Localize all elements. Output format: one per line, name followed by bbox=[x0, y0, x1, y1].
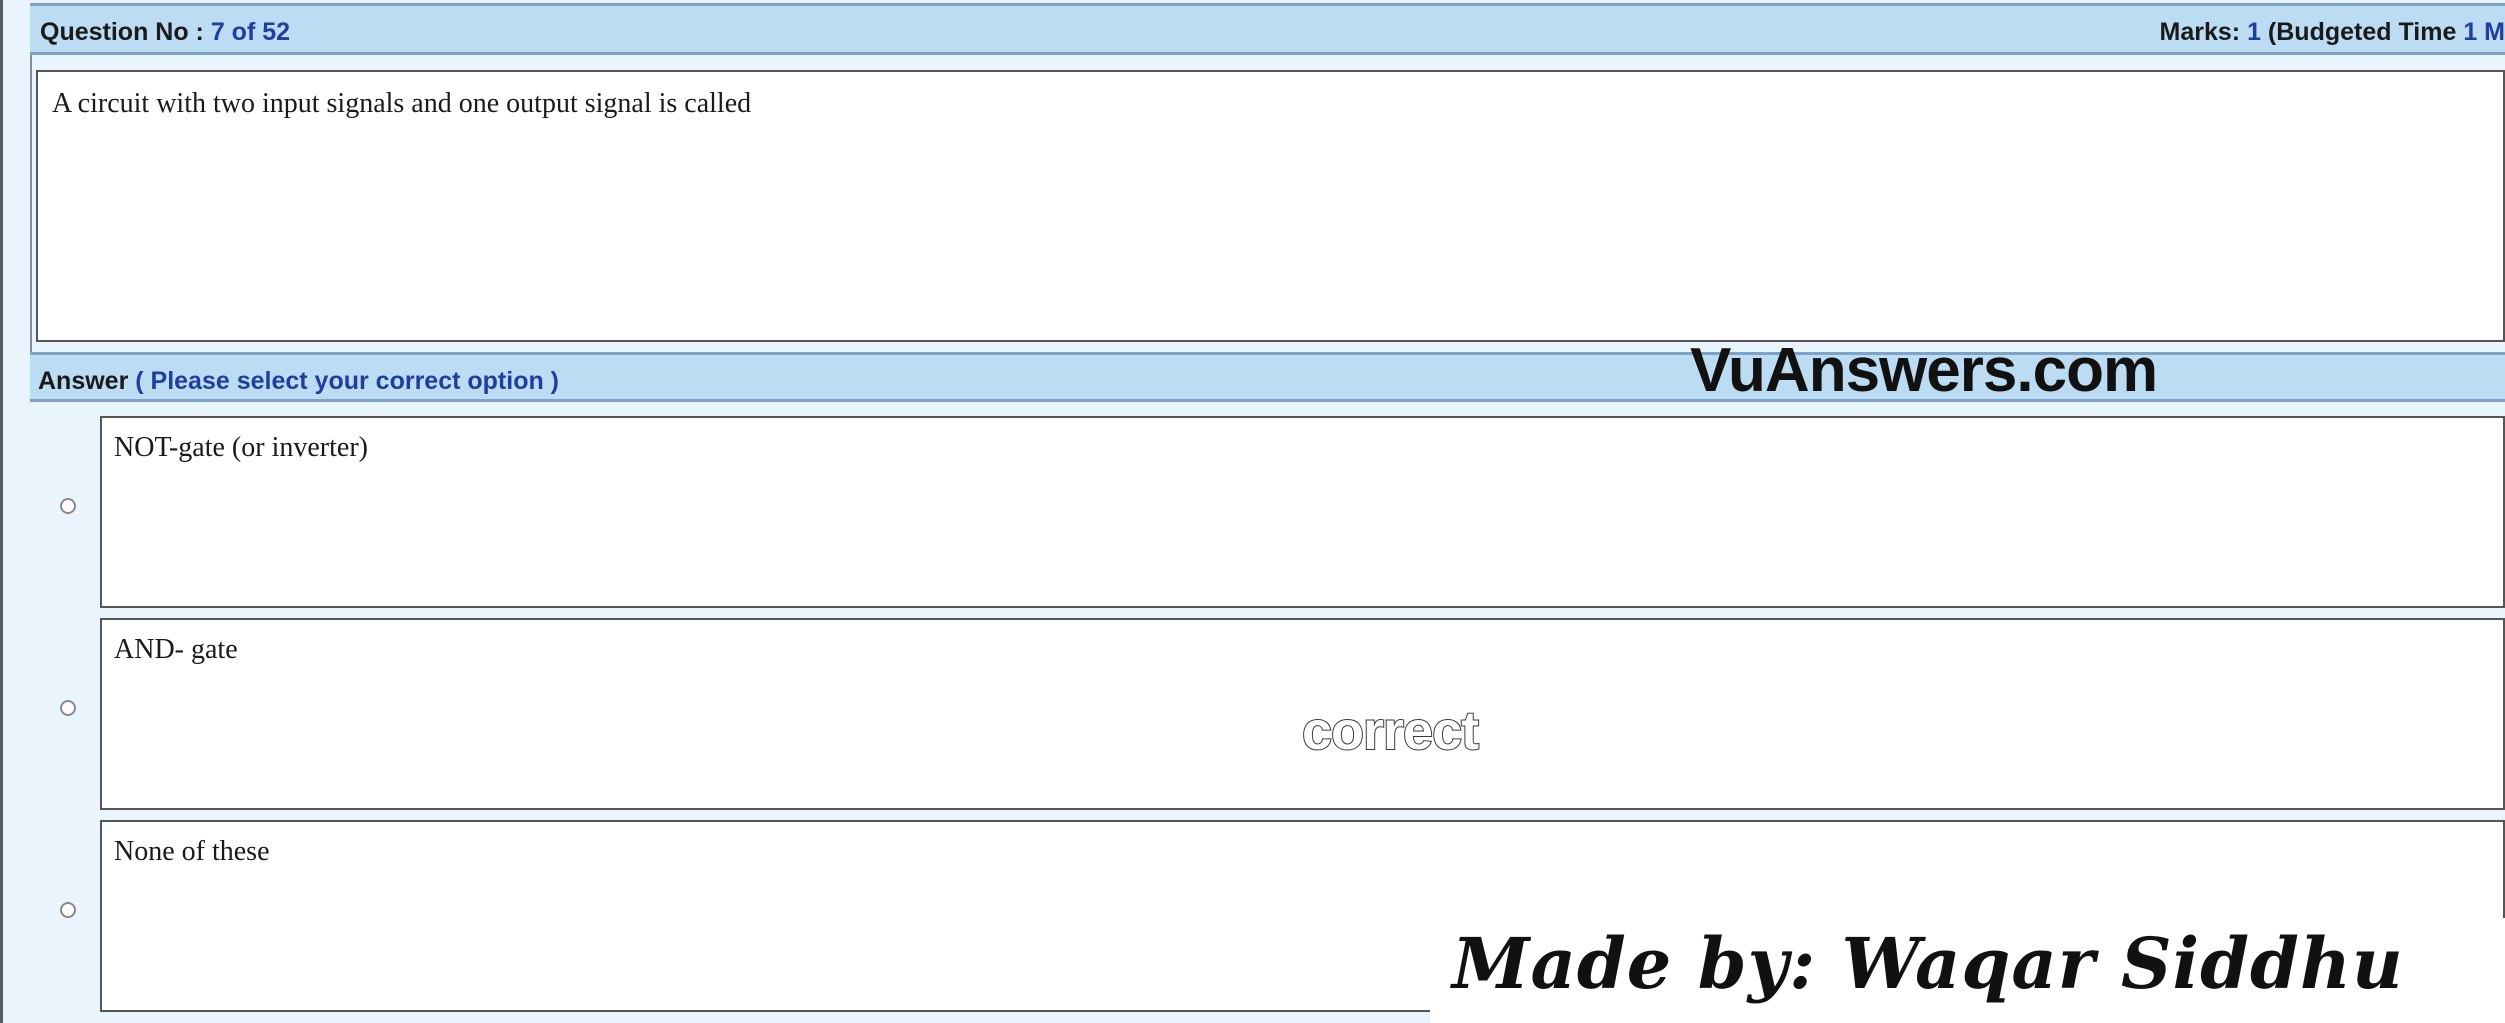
question-header-bar: Question No : 7 of 52 Marks: 1 (Budgeted… bbox=[30, 3, 2505, 55]
answer-label: Answer ( Please select your correct opti… bbox=[38, 367, 559, 396]
option-1-box[interactable]: NOT-gate (or inverter) bbox=[100, 416, 2505, 608]
correct-stamp: correct bbox=[1301, 700, 1480, 762]
answer-hint: ( Please select your correct option ) bbox=[128, 367, 560, 395]
budgeted-time-label: (Budgeted Time bbox=[2260, 18, 2464, 46]
option-1-text: NOT-gate (or inverter) bbox=[114, 432, 368, 463]
marks-info: Marks: 1 (Budgeted Time 1 M bbox=[2160, 18, 2505, 47]
option-row-2[interactable]: AND- gate bbox=[30, 604, 2505, 810]
answer-label-text: Answer bbox=[38, 367, 129, 395]
question-number: 7 of 52 bbox=[210, 18, 291, 46]
window-left-border bbox=[0, 0, 3, 1023]
made-by-banner: Made by: Waqar Siddhu bbox=[1430, 918, 2505, 1023]
option-row-1[interactable]: NOT-gate (or inverter) bbox=[30, 402, 2505, 608]
option-2-text: AND- gate bbox=[114, 634, 238, 665]
option-3-radio[interactable] bbox=[60, 902, 76, 918]
question-label-text: Question No : bbox=[40, 18, 211, 46]
watermark-site: VuAnswers.com bbox=[1690, 336, 2158, 405]
marks-label: Marks: bbox=[2159, 18, 2248, 46]
marks-value: 1 bbox=[2247, 18, 2261, 46]
exam-page: Question No : 7 of 52 Marks: 1 (Budgeted… bbox=[0, 0, 2505, 1023]
option-2-radio[interactable] bbox=[60, 700, 76, 716]
made-by-text: Made by: Waqar Siddhu bbox=[1452, 922, 2404, 1005]
budgeted-time-value: 1 M bbox=[2463, 18, 2505, 46]
question-box: A circuit with two input signals and one… bbox=[36, 70, 2505, 342]
option-1-radio[interactable] bbox=[60, 498, 76, 514]
question-number-label: Question No : 7 of 52 bbox=[40, 18, 290, 47]
question-text: A circuit with two input signals and one… bbox=[52, 88, 752, 119]
option-3-text: None of these bbox=[114, 836, 270, 867]
